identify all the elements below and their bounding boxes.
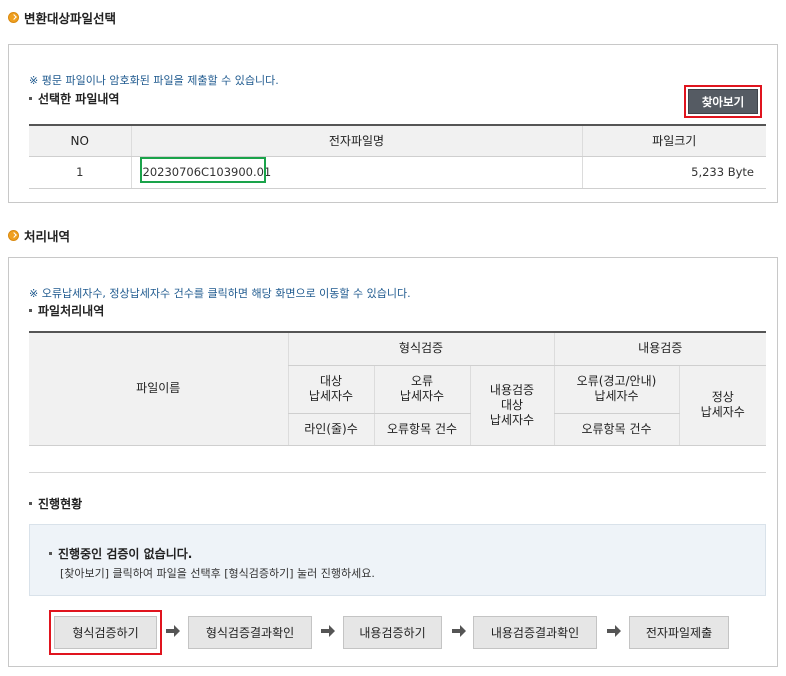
col-header-filesize: 파일크기 (581, 125, 766, 157)
browse-button[interactable]: 찾아보기 (688, 89, 758, 114)
arrow-right-icon (607, 625, 621, 637)
subhead-label: 진행현황 (38, 497, 83, 511)
notice-text: ※ 오류납세자수, 정상납세자수 건수를 클릭하면 해당 화면으로 이동할 수 … (29, 287, 411, 300)
bullet-dot-icon (29, 309, 32, 312)
bullet-dot-icon (29, 502, 32, 505)
row-filesize: 5,233 Byte (581, 156, 766, 189)
table-header-row: NO 전자파일명 파일크기 (29, 125, 766, 157)
notice-text: ※ 평문 파일이나 암호화된 파일을 제출할 수 있습니다. (29, 74, 279, 87)
divider (29, 472, 766, 473)
subhead-label: 선택한 파일내역 (38, 92, 120, 106)
progress-subhead: 진행현황 (29, 495, 82, 512)
highlight-frame-green (140, 157, 266, 183)
progress-message-desc: [찾아보기] 클릭하여 파일을 선택후 [형식검증하기] 눌러 진행하세요. (60, 567, 375, 580)
arrow-right-icon (166, 625, 180, 637)
progress-message-title: 진행중인 검증이 없습니다. (49, 545, 192, 562)
content-result-button[interactable]: 내용검증결과확인 (473, 616, 597, 649)
file-process-subhead: 파일처리내역 (29, 302, 104, 319)
group-header-content: 내용검증 (553, 332, 766, 366)
bullet-dot-icon (49, 552, 52, 555)
section-title-processing: 처리내역 (8, 226, 70, 245)
processing-panel: ※ 오류납세자수, 정상납세자수 건수를 클릭하면 해당 화면으로 이동할 수 … (8, 257, 778, 667)
col-header-error-warning: 오류(경고/안내) 납세자수 (553, 365, 679, 414)
row-no: 1 (29, 156, 131, 189)
submit-file-button[interactable]: 전자파일제출 (629, 616, 729, 649)
progress-message-title-label: 진행중인 검증이 없습니다. (58, 547, 193, 561)
progress-status-box: 진행중인 검증이 없습니다. [찾아보기] 클릭하여 파일을 선택후 [형식검증… (29, 524, 766, 596)
col-header-filename: 파일이름 (29, 332, 288, 446)
col-header-normal: 정상 납세자수 (678, 365, 766, 446)
col-header-filename: 전자파일명 (130, 125, 582, 157)
bullet-dot-icon (29, 97, 32, 100)
arrow-right-icon (321, 625, 335, 637)
section-title-label: 변환대상파일선택 (24, 11, 117, 26)
file-select-panel: ※ 평문 파일이나 암호화된 파일을 제출할 수 있습니다. 선택한 파일내역 … (8, 44, 778, 203)
check-circle-icon (8, 230, 19, 241)
selected-file-subhead: 선택한 파일내역 (29, 90, 119, 107)
format-result-button[interactable]: 형식검증결과확인 (188, 616, 312, 649)
col-header-target: 대상 납세자수 (287, 365, 374, 414)
col-header-lines: 라인(줄)수 (287, 413, 374, 446)
col-header-no: NO (29, 125, 131, 157)
file-process-table: 파일이름 형식검증 내용검증 대상 납세자수 오류 납세자수 내용검증 대상 납… (29, 331, 766, 446)
format-check-button[interactable]: 형식검증하기 (54, 616, 157, 649)
subhead-label: 파일처리내역 (38, 304, 105, 318)
arrow-right-icon (452, 625, 466, 637)
content-check-button[interactable]: 내용검증하기 (343, 616, 442, 649)
col-header-error-items: 오류항목 건수 (373, 413, 470, 446)
col-header-content-target: 내용검증 대상 납세자수 (469, 365, 554, 446)
check-circle-icon (8, 12, 19, 23)
section-title-file-select: 변환대상파일선택 (8, 8, 116, 27)
section-title-label: 처리내역 (24, 229, 71, 244)
col-header-error-items-content: 오류항목 건수 (553, 413, 679, 446)
col-header-error: 오류 납세자수 (373, 365, 470, 414)
table-header-row: 파일이름 형식검증 내용검증 (29, 332, 766, 446)
group-header-format: 형식검증 (287, 332, 554, 366)
